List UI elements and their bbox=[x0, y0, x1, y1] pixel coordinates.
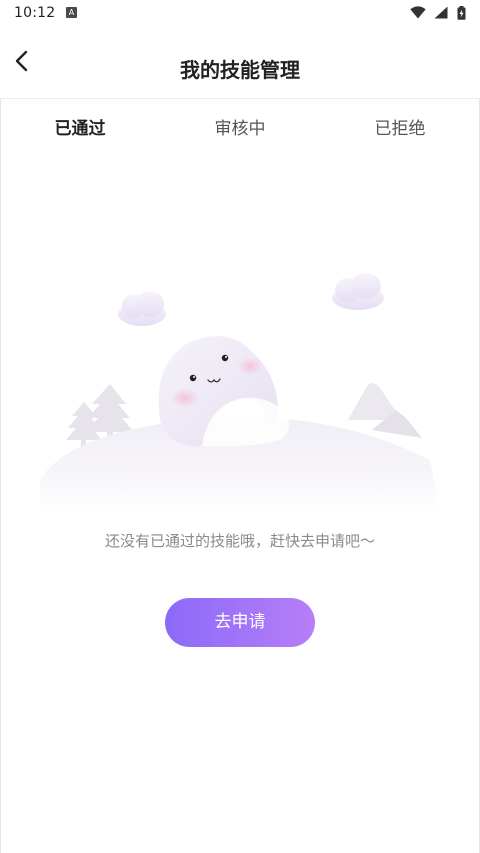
tab-bar: 已通过 审核中 已拒绝 bbox=[0, 99, 480, 159]
cloud-right bbox=[332, 273, 384, 310]
wifi-icon bbox=[410, 6, 426, 19]
tab-approved[interactable]: 已通过 bbox=[0, 99, 160, 159]
tab-rejected[interactable]: 已拒绝 bbox=[320, 99, 480, 159]
status-time: 10:12 bbox=[14, 5, 56, 21]
ghost-on-hill-illustration bbox=[40, 273, 440, 510]
status-bar: 10:12 A bbox=[0, 0, 480, 26]
signal-icon bbox=[434, 6, 448, 19]
empty-state-message: 还没有已通过的技能哦，赶快去申请吧～ bbox=[104, 532, 375, 550]
header: 我的技能管理 bbox=[0, 26, 480, 99]
battery-icon bbox=[457, 6, 466, 20]
cloud-left bbox=[118, 291, 166, 326]
page-title: 我的技能管理 bbox=[180, 58, 300, 82]
notification-icon: A bbox=[66, 7, 77, 18]
tab-reviewing[interactable]: 审核中 bbox=[160, 99, 320, 159]
apply-button[interactable]: 去申请 bbox=[165, 598, 315, 647]
